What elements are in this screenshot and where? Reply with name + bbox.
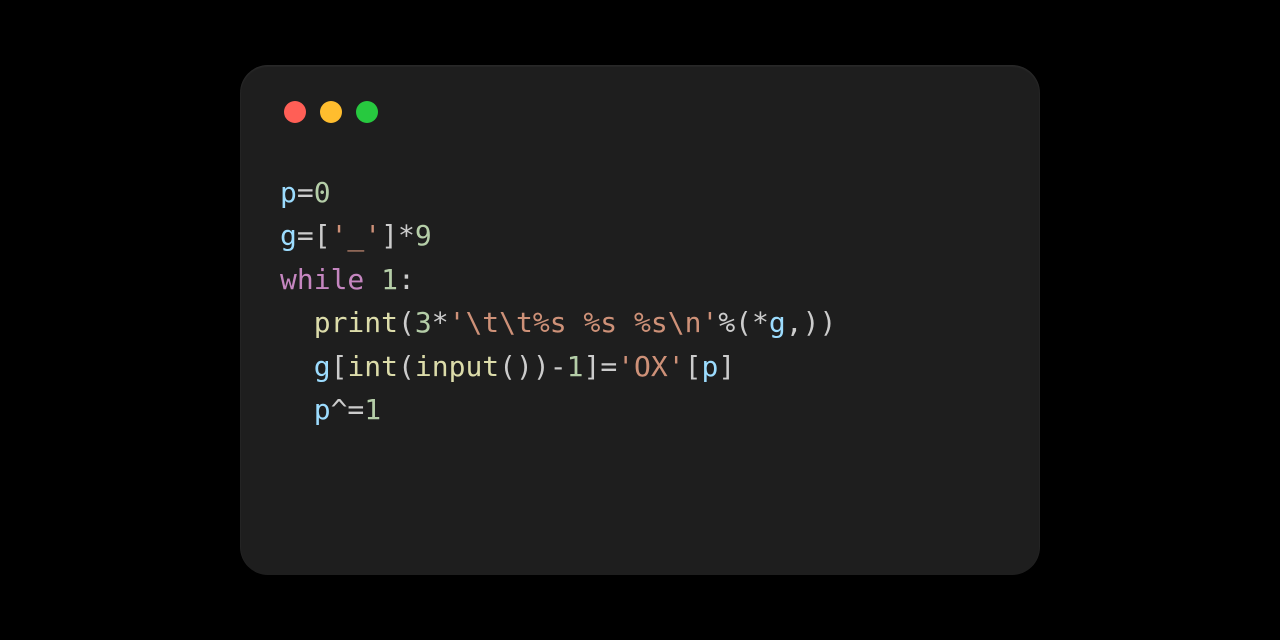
- code-line-3: while 1:: [280, 263, 415, 296]
- minimize-icon[interactable]: [320, 101, 342, 123]
- code-line-6: p^=1: [280, 393, 381, 426]
- close-icon[interactable]: [284, 101, 306, 123]
- code-line-5: g[int(input())-1]='OX'[p]: [280, 350, 735, 383]
- code-window: p=0 g=['_']*9 while 1: print(3*'\t\t%s %…: [240, 65, 1040, 575]
- code-line-1: p=0: [280, 176, 331, 209]
- code-line-4: print(3*'\t\t%s %s %s\n'%(*g,)): [280, 306, 836, 339]
- zoom-icon[interactable]: [356, 101, 378, 123]
- code-line-2: g=['_']*9: [280, 219, 432, 252]
- code-block: p=0 g=['_']*9 while 1: print(3*'\t\t%s %…: [280, 171, 1000, 431]
- window-titlebar: [284, 101, 1000, 123]
